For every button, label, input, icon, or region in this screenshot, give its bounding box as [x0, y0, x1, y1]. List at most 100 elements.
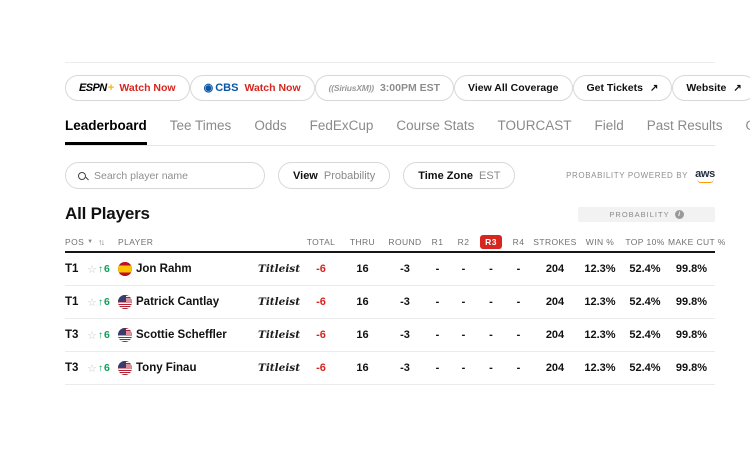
tab-overview[interactable]: Overview: [746, 118, 750, 145]
country-flag-icon: [118, 262, 136, 276]
up-arrow-icon: ↑: [98, 264, 103, 275]
make-cut-probability: 99.8%: [668, 362, 715, 374]
player-position: T3: [65, 329, 86, 341]
leaderboard-rows: T1☆↑6Jon RahmTitleist-616-3----20412.3%5…: [65, 253, 715, 385]
coverage-bar: ESPN+ Watch Now ◉CBS Watch Now ((SiriusX…: [65, 75, 715, 101]
siriusxm-logo: ((SiriusXM)): [329, 83, 374, 93]
table-row[interactable]: T3☆↑6Scottie SchefflerTitleist-616-3----…: [65, 319, 715, 352]
up-arrow-icon: ↑: [98, 297, 103, 308]
favorite-star-icon[interactable]: ☆: [86, 296, 98, 309]
round3-score: -: [477, 296, 505, 308]
siriusxm-listen-button[interactable]: ((SiriusXM)) 3:00PM EST: [315, 75, 454, 101]
tab-fedexcup[interactable]: FedExCup: [310, 118, 374, 145]
tab-field[interactable]: Field: [594, 118, 623, 145]
player-position: T1: [65, 263, 86, 275]
website-button[interactable]: Website ↗: [672, 75, 750, 101]
header-r4: R4: [505, 237, 532, 247]
top10-probability: 52.4%: [622, 263, 668, 275]
equipment-brand-logo: Titleist: [258, 296, 302, 308]
powered-by-label: PROBABILITY POWERED BY: [566, 171, 688, 180]
tab-past-results[interactable]: Past Results: [647, 118, 723, 145]
top10-probability: 52.4%: [622, 296, 668, 308]
tab-odds[interactable]: Odds: [254, 118, 286, 145]
strokes: 204: [532, 296, 578, 308]
info-icon[interactable]: i: [675, 210, 684, 219]
round4-score: -: [505, 362, 532, 374]
tab-tee-times[interactable]: Tee Times: [170, 118, 232, 145]
header-sort[interactable]: ↑↓: [98, 237, 118, 247]
search-input[interactable]: [94, 170, 252, 182]
round2-score: -: [450, 296, 477, 308]
player-search[interactable]: [65, 162, 265, 189]
round4-score: -: [505, 263, 532, 275]
header-pos[interactable]: POS▼: [65, 237, 98, 247]
country-flag-icon: [118, 328, 136, 342]
active-round-badge: R3: [480, 235, 502, 249]
favorite-star-icon[interactable]: ☆: [86, 329, 98, 342]
main-tabs: Leaderboard Tee Times Odds FedExCup Cour…: [65, 118, 715, 146]
win-probability: 12.3%: [578, 263, 622, 275]
up-arrow-icon: ↑: [98, 363, 103, 374]
total-score: -6: [302, 329, 340, 341]
timezone-selector[interactable]: Time Zone EST: [403, 162, 515, 189]
table-header: POS▼ ↑↓ PLAYER TOTAL THRU ROUND R1 R2 R3…: [65, 233, 715, 253]
make-cut-probability: 99.8%: [668, 263, 715, 275]
view-all-coverage-button[interactable]: View All Coverage: [454, 75, 572, 101]
player-name: Scottie Scheffler: [136, 329, 258, 341]
chevron-down-icon: ▼: [87, 239, 93, 245]
round4-score: -: [505, 329, 532, 341]
player-name: Tony Finau: [136, 362, 258, 374]
broadcast-time-label: 3:00PM EST: [380, 82, 440, 94]
position-movement: ↑6: [98, 362, 118, 374]
tab-course-stats[interactable]: Course Stats: [396, 118, 474, 145]
top10-probability: 52.4%: [622, 329, 668, 341]
win-probability: 12.3%: [578, 296, 622, 308]
aws-logo: aws: [695, 169, 715, 183]
round-score: -3: [385, 263, 425, 275]
get-tickets-label: Get Tickets: [587, 82, 643, 94]
header-strokes: STROKES: [532, 237, 578, 247]
round2-score: -: [450, 362, 477, 374]
table-row[interactable]: T1☆↑6Jon RahmTitleist-616-3----20412.3%5…: [65, 253, 715, 286]
header-make-cut-pct: MAKE CUT %: [668, 237, 715, 247]
favorite-star-icon[interactable]: ☆: [86, 362, 98, 375]
country-flag-icon: [118, 295, 136, 309]
header-total: TOTAL: [302, 237, 340, 247]
view-selector[interactable]: View Probability: [278, 162, 390, 189]
get-tickets-button[interactable]: Get Tickets ↗: [573, 75, 673, 101]
round1-score: -: [425, 362, 450, 374]
table-row[interactable]: T3☆↑6Tony FinauTitleist-616-3----20412.3…: [65, 352, 715, 385]
top10-probability: 52.4%: [622, 362, 668, 374]
cbs-watch-button[interactable]: ◉CBS Watch Now: [190, 75, 315, 101]
favorite-star-icon[interactable]: ☆: [86, 263, 98, 276]
view-label: View: [293, 170, 318, 182]
player-name: Jon Rahm: [136, 263, 258, 275]
round3-score: -: [477, 263, 505, 275]
probability-badge-label: PROBABILITY: [609, 210, 669, 219]
tab-leaderboard[interactable]: Leaderboard: [65, 118, 147, 145]
round-score: -3: [385, 329, 425, 341]
thru: 16: [340, 329, 385, 341]
win-probability: 12.3%: [578, 329, 622, 341]
strokes: 204: [532, 263, 578, 275]
header-player: PLAYER: [118, 237, 258, 247]
header-top10-pct: TOP 10%: [622, 237, 668, 247]
equipment-brand-logo: Titleist: [258, 362, 302, 374]
total-score: -6: [302, 263, 340, 275]
total-score: -6: [302, 362, 340, 374]
probability-powered-by: PROBABILITY POWERED BY aws: [566, 169, 715, 183]
country-flag-icon: [118, 361, 136, 375]
timezone-label: Time Zone: [418, 170, 473, 182]
round4-score: -: [505, 296, 532, 308]
round1-score: -: [425, 263, 450, 275]
table-row[interactable]: T1☆↑6Patrick CantlayTitleist-616-3----20…: [65, 286, 715, 319]
espn-watch-button[interactable]: ESPN+ Watch Now: [65, 75, 190, 101]
cbs-eye-icon: ◉: [204, 83, 214, 94]
strokes: 204: [532, 362, 578, 374]
page-title: All Players: [65, 204, 150, 224]
espn-logo: ESPN+: [79, 82, 113, 94]
external-link-icon: ↗: [733, 83, 741, 94]
position-movement: ↑6: [98, 263, 118, 275]
tab-tourcast[interactable]: TOURCAST: [497, 118, 571, 145]
make-cut-probability: 99.8%: [668, 296, 715, 308]
